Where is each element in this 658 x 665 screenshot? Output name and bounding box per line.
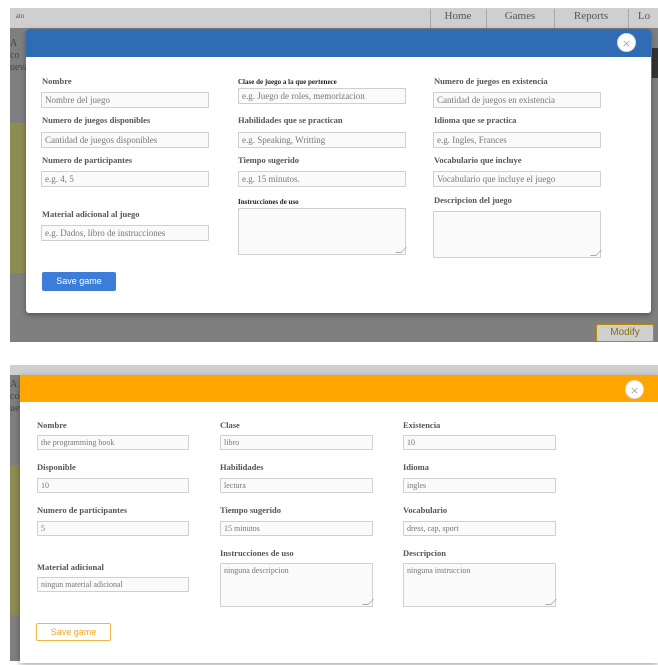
label-disponibles: Numero de juegos disponibles <box>42 115 151 125</box>
label-vocabulario: Vocabulario <box>403 505 448 515</box>
label-tiempo: Tiempo sugerido <box>238 155 300 165</box>
background-side-text: A co ueva <box>10 38 29 73</box>
idioma-input[interactable]: ingles <box>403 478 556 493</box>
game-details-modal: × Nombre the programming book Disponible… <box>20 375 658 663</box>
nombre-input[interactable]: the programming book <box>37 435 189 450</box>
descripcion-textarea[interactable]: ninguna instruccion <box>403 563 557 607</box>
descripcion-textarea[interactable] <box>433 211 602 258</box>
close-icon[interactable]: × <box>617 33 636 52</box>
modal-header <box>20 375 658 402</box>
label-vocabulario: Vocabulario que incluye <box>434 155 522 165</box>
label-instrucciones: Instrucciones de uso <box>220 548 294 558</box>
close-icon[interactable]: × <box>625 380 644 399</box>
disponible-input[interactable]: 10 <box>37 478 189 493</box>
tiempo-input[interactable]: 15 minutos <box>220 521 373 536</box>
background-right-edge <box>652 48 658 78</box>
idioma-input[interactable]: e.g. Ingles, Frances <box>433 132 601 148</box>
modify-button[interactable]: Modify <box>596 324 654 342</box>
background-image-strip <box>10 123 26 273</box>
label-instrucciones: Instrucciones de uso <box>238 198 299 206</box>
vocabulario-input[interactable]: Vocabulario que incluye el juego <box>433 171 601 187</box>
save-game-button[interactable]: Save game <box>42 272 116 291</box>
nav-logout[interactable]: Lo <box>628 9 658 28</box>
label-existencia: Existencia <box>403 420 441 430</box>
nav-reports[interactable]: Reports <box>554 9 627 28</box>
nav-home[interactable]: Home <box>430 9 485 28</box>
participantes-input[interactable]: 5 <box>37 521 189 536</box>
disponibles-input[interactable]: Cantidad de juegos disponibles <box>41 132 209 148</box>
clase-input[interactable]: e.g. Juego de roles, memorizacion <box>238 88 406 104</box>
label-descripcion: Descripcion del juego <box>434 195 512 205</box>
nav-games[interactable]: Games <box>486 9 553 28</box>
label-participantes: Numero de participantes <box>42 155 133 165</box>
background-navbar: ato Home Games Reports Lo <box>10 8 658 28</box>
vocabulario-input[interactable]: dress, cap, sport <box>403 521 556 536</box>
habilidades-input[interactable]: lectura <box>220 478 373 493</box>
tiempo-input[interactable]: e.g. 15 minutos. <box>238 171 406 187</box>
label-clase: Clase <box>220 420 240 430</box>
label-habilidades: Habilidades <box>220 462 264 472</box>
label-material: Material adicional <box>37 562 104 572</box>
existencia-input[interactable]: 10 <box>403 435 556 450</box>
habilidades-input[interactable]: e.g. Speaking, Writting <box>238 132 406 148</box>
label-participantes: Numero de participantes <box>37 505 128 515</box>
label-material: Material adicional al juego <box>42 209 140 219</box>
label-tiempo: Tiempo sugerido <box>220 505 282 515</box>
modal-header <box>26 29 651 57</box>
label-idioma: Idioma que se practica <box>434 115 517 125</box>
clase-input[interactable]: libro <box>220 435 373 450</box>
material-input[interactable]: e.g. Dados, libro de instrucciones <box>41 225 209 241</box>
save-game-button[interactable]: Save game <box>36 623 111 641</box>
resize-handle-icon[interactable] <box>362 599 374 605</box>
label-nombre: Nombre <box>42 76 72 86</box>
existencia-input[interactable]: Cantidad de juegos en existencia <box>433 92 601 108</box>
nombre-input[interactable]: Nombre del juego <box>41 92 209 108</box>
resize-handle-icon[interactable] <box>395 247 407 253</box>
resize-handle-icon[interactable] <box>590 250 602 256</box>
material-input[interactable]: ningun material adicional <box>37 577 189 592</box>
background-navbar <box>10 365 658 375</box>
label-disponible: Disponible <box>37 462 76 472</box>
resize-handle-icon[interactable] <box>545 599 557 605</box>
participantes-input[interactable]: e.g. 4, 5 <box>41 171 209 187</box>
nav-left-text: ato <box>15 12 25 20</box>
instrucciones-textarea[interactable]: ninguna descripcion <box>220 563 374 607</box>
label-idioma: Idioma <box>403 462 429 472</box>
label-habilidades: Habilidades que se practican <box>238 115 343 125</box>
instrucciones-textarea[interactable] <box>238 208 407 255</box>
label-clase: Clase de juego a la que pertenece <box>238 78 337 86</box>
label-descripcion: Descripcion <box>403 548 446 558</box>
add-game-modal: × Nombre Nombre del juego Numero de jueg… <box>26 29 651 313</box>
label-existencia: Numero de juegos en existencia <box>434 76 548 86</box>
label-nombre: Nombre <box>37 420 67 430</box>
